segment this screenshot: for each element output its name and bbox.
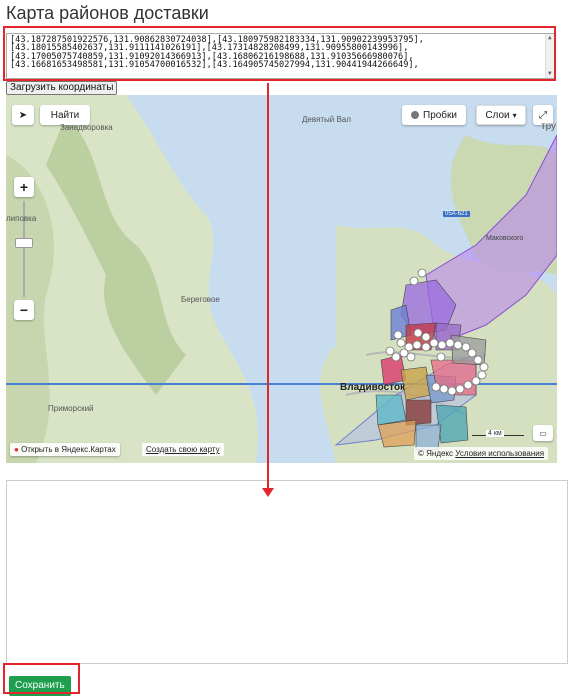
scale-bar: 4 км bbox=[472, 430, 524, 440]
coords-scrollbar[interactable]: ▲ ▼ bbox=[545, 34, 555, 78]
output-textarea[interactable] bbox=[6, 480, 568, 664]
zoom-slider-handle[interactable] bbox=[15, 238, 33, 248]
scroll-up-icon[interactable]: ▲ bbox=[548, 34, 552, 42]
chevron-down-icon: ▾ bbox=[512, 110, 517, 120]
traffic-button[interactable]: Пробки bbox=[402, 105, 466, 125]
open-yandex-maps-link[interactable]: ● Открыть в Яндекс.Картах bbox=[10, 443, 120, 456]
delivery-map[interactable]: ➤ Найти Пробки Слои ▾ ⤢ + − Занадворовка… bbox=[6, 95, 557, 463]
pin-icon: ● bbox=[14, 445, 19, 454]
map-label-tru: тру bbox=[541, 121, 557, 132]
map-label-primorsky: Приморский bbox=[48, 404, 94, 413]
map-label-beregovoe: Береговое bbox=[181, 295, 220, 304]
zoom-out-button[interactable]: − bbox=[14, 300, 34, 320]
create-map-link[interactable]: Создать свою карту bbox=[142, 443, 224, 456]
map-label-lipovka: липовка bbox=[6, 214, 37, 223]
map-copyright: © Яндекс Условия использования bbox=[414, 447, 549, 460]
layers-label: Слои bbox=[485, 109, 510, 121]
save-button[interactable]: Сохранить bbox=[9, 676, 71, 696]
traffic-label: Пробки bbox=[423, 109, 457, 121]
map-label-zavodrovka: Занадворовка bbox=[60, 123, 113, 132]
load-coordinates-button[interactable]: Загрузить координаты bbox=[6, 81, 118, 95]
map-label-makovskogo: Маковского bbox=[486, 235, 524, 242]
scale-label: 4 км bbox=[486, 430, 504, 437]
locate-arrow-icon[interactable]: ➤ bbox=[12, 105, 34, 125]
zoom-in-button[interactable]: + bbox=[14, 177, 34, 197]
annotation-arrow-line bbox=[267, 83, 269, 488]
map-label-devyatyi-val: Девятый Вал bbox=[302, 115, 351, 124]
coords-line: [43.16681653498581,131.91054700016532],[… bbox=[10, 60, 419, 71]
road-sign: 05А-621 bbox=[443, 211, 470, 217]
scroll-down-icon[interactable]: ▼ bbox=[548, 70, 552, 78]
coordinates-textarea[interactable]: [43.187287501922576,131.90862830724038],… bbox=[6, 33, 556, 79]
page-title: Карта районов доставки bbox=[6, 3, 209, 23]
map-label-vladivostok: Владивосток bbox=[340, 382, 406, 393]
traffic-icon bbox=[411, 111, 419, 119]
layers-button[interactable]: Слои ▾ bbox=[476, 105, 526, 125]
annotation-arrow-head bbox=[262, 488, 274, 497]
terms-link[interactable]: Условия использования bbox=[455, 449, 544, 458]
find-button[interactable]: Найти bbox=[40, 105, 90, 125]
ruler-icon[interactable]: ▭ bbox=[533, 425, 553, 441]
